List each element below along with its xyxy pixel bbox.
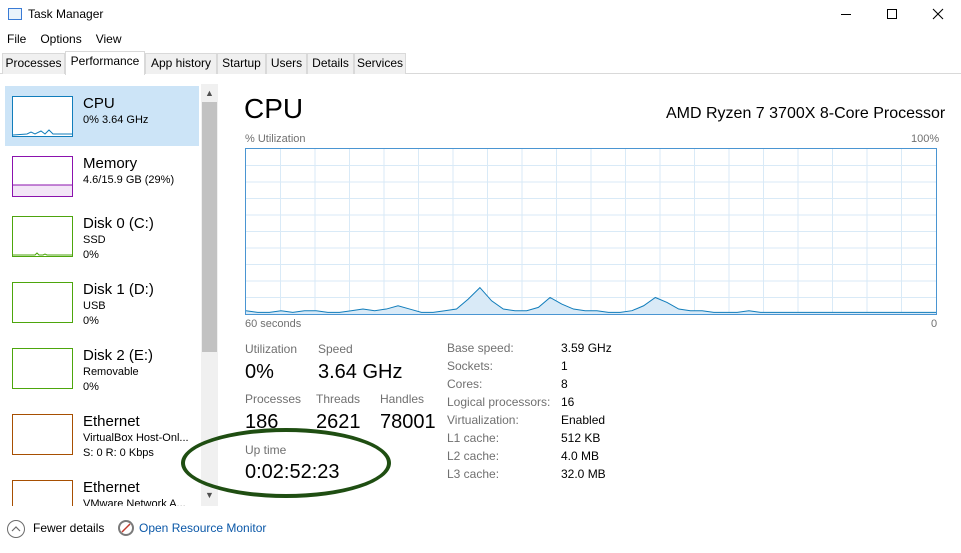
sidebar-item-disk-1[interactable]: Disk 1 (D:) USB 0% [5, 272, 199, 332]
spec-label: L1 cache: [447, 431, 500, 445]
sidebar-item-value: 0% [83, 381, 99, 393]
graph-y-max: 100% [911, 133, 940, 145]
handles-value: 78001 [380, 411, 436, 433]
menu-options[interactable]: Options [33, 30, 88, 48]
processes-label: Processes [245, 392, 302, 406]
minimize-button[interactable] [823, 0, 869, 28]
spec-label: Sockets: [447, 359, 494, 373]
sidebar-item-value: S: 0 R: 0 Kbps [83, 447, 154, 459]
sidebar-item-label: Disk 1 (D:) [83, 281, 154, 298]
memory-thumbnail [12, 156, 73, 197]
spec-label: Base speed: [447, 341, 514, 355]
sidebar-item-ethernet-vmware[interactable]: Ethernet VMware Network A... [5, 470, 199, 506]
close-button[interactable] [915, 0, 961, 28]
fewer-details-button[interactable]: Fewer details [33, 521, 104, 535]
cpu-graph-svg [245, 149, 936, 314]
scroll-down-icon[interactable]: ▼ [205, 491, 214, 500]
sidebar-item-memory[interactable]: Memory 4.6/15.9 GB (29%) [5, 146, 199, 206]
sidebar-item-detail: USB [83, 300, 106, 312]
tab-services[interactable]: Services [354, 53, 406, 74]
chevron-up-icon[interactable] [7, 520, 25, 538]
uptime-annotation-circle [181, 428, 391, 498]
spec-value: 32.0 MB [561, 467, 606, 481]
spec-value: 512 KB [561, 431, 601, 445]
tab-performance[interactable]: Performance [65, 51, 145, 75]
speed-label: Speed [318, 342, 353, 356]
title-bar: Task Manager [0, 0, 961, 28]
page-title: CPU [244, 93, 304, 124]
sidebar-item-label: Disk 2 (E:) [83, 347, 154, 364]
disk-2-thumbnail [12, 348, 73, 389]
disk-0-thumbnail [12, 216, 73, 257]
tab-users[interactable]: Users [266, 53, 307, 74]
maximize-icon [887, 9, 897, 19]
scrollbar-thumb[interactable] [202, 102, 217, 352]
resource-monitor-icon[interactable] [118, 520, 134, 536]
tab-processes[interactable]: Processes [2, 53, 65, 74]
speed-value: 3.64 GHz [318, 361, 403, 383]
utilization-label: Utilization [245, 342, 298, 356]
spec-label: L2 cache: [447, 449, 500, 463]
sidebar-item-disk-2[interactable]: Disk 2 (E:) Removable 0% [5, 338, 199, 398]
spec-label: Logical processors: [447, 395, 551, 409]
ethernet-thumbnail [12, 414, 73, 455]
sidebar-item-value: 0% [83, 249, 99, 261]
cpu-thumbnail [12, 96, 73, 137]
spec-label: L3 cache: [447, 467, 500, 481]
spec-value: 4.0 MB [561, 449, 600, 463]
utilization-value: 0% [245, 361, 274, 383]
open-resource-monitor-link[interactable]: Open Resource Monitor [139, 521, 266, 535]
spec-value: 8 [561, 377, 568, 391]
spec-value: 3.59 GHz [561, 341, 612, 355]
sidebar-item-label: Ethernet [83, 413, 140, 430]
sidebar-item-cpu[interactable]: CPU 0% 3.64 GHz [5, 86, 199, 146]
sidebar-item-label: Ethernet [83, 479, 140, 496]
maximize-button[interactable] [869, 0, 915, 28]
sidebar-item-label: Memory [83, 155, 138, 172]
sidebar-item-label: CPU [83, 95, 115, 112]
menu-file[interactable]: File [0, 30, 33, 48]
spec-value: 1 [561, 359, 568, 373]
sidebar-item-detail: VMware Network A... [83, 498, 186, 506]
cpu-utilization-graph [245, 148, 937, 315]
graph-time-label: 60 seconds [245, 318, 302, 330]
tab-details[interactable]: Details [307, 53, 354, 74]
spec-label: Cores: [447, 377, 483, 391]
minimize-icon [841, 14, 851, 15]
sidebar-item-detail: VirtualBox Host-Onl... [83, 432, 189, 444]
sidebar-item-value: 0% [83, 315, 99, 327]
sidebar-item-detail: SSD [83, 234, 106, 246]
disk-1-thumbnail [12, 282, 73, 323]
task-manager-app-icon [8, 8, 22, 20]
tab-app-history[interactable]: App history [145, 53, 217, 74]
sidebar-item-detail: 0% 3.64 GHz [83, 114, 149, 126]
graph-y-label: % Utilization [245, 133, 306, 145]
threads-label: Threads [316, 392, 361, 406]
graph-y-min: 0 [931, 318, 938, 330]
window-title: Task Manager [28, 7, 104, 21]
sidebar-item-ethernet-virtualbox[interactable]: Ethernet VirtualBox Host-Onl... S: 0 R: … [5, 404, 199, 464]
tab-startup[interactable]: Startup [217, 53, 266, 74]
menu-bar: File Options View [0, 30, 129, 48]
processor-name: AMD Ryzen 7 3700X 8-Core Processor [666, 105, 946, 122]
ethernet-thumbnail [12, 480, 73, 506]
scroll-up-icon[interactable]: ▲ [205, 89, 214, 98]
sidebar-item-detail: Removable [83, 366, 139, 378]
tab-strip: Processes Performance App history Startu… [0, 51, 961, 75]
spec-value: Enabled [561, 413, 606, 427]
resource-list: CPU 0% 3.64 GHz Memory 4.6/15.9 GB (29%)… [0, 84, 218, 506]
close-icon [932, 8, 944, 20]
menu-view[interactable]: View [89, 30, 129, 48]
handles-label: Handles [380, 392, 425, 406]
spec-value: 16 [561, 395, 575, 409]
sidebar-item-label: Disk 0 (C:) [83, 215, 154, 232]
spec-label: Virtualization: [447, 413, 519, 427]
sidebar-item-detail: 4.6/15.9 GB (29%) [83, 174, 175, 186]
sidebar-item-disk-0[interactable]: Disk 0 (C:) SSD 0% [5, 206, 199, 266]
